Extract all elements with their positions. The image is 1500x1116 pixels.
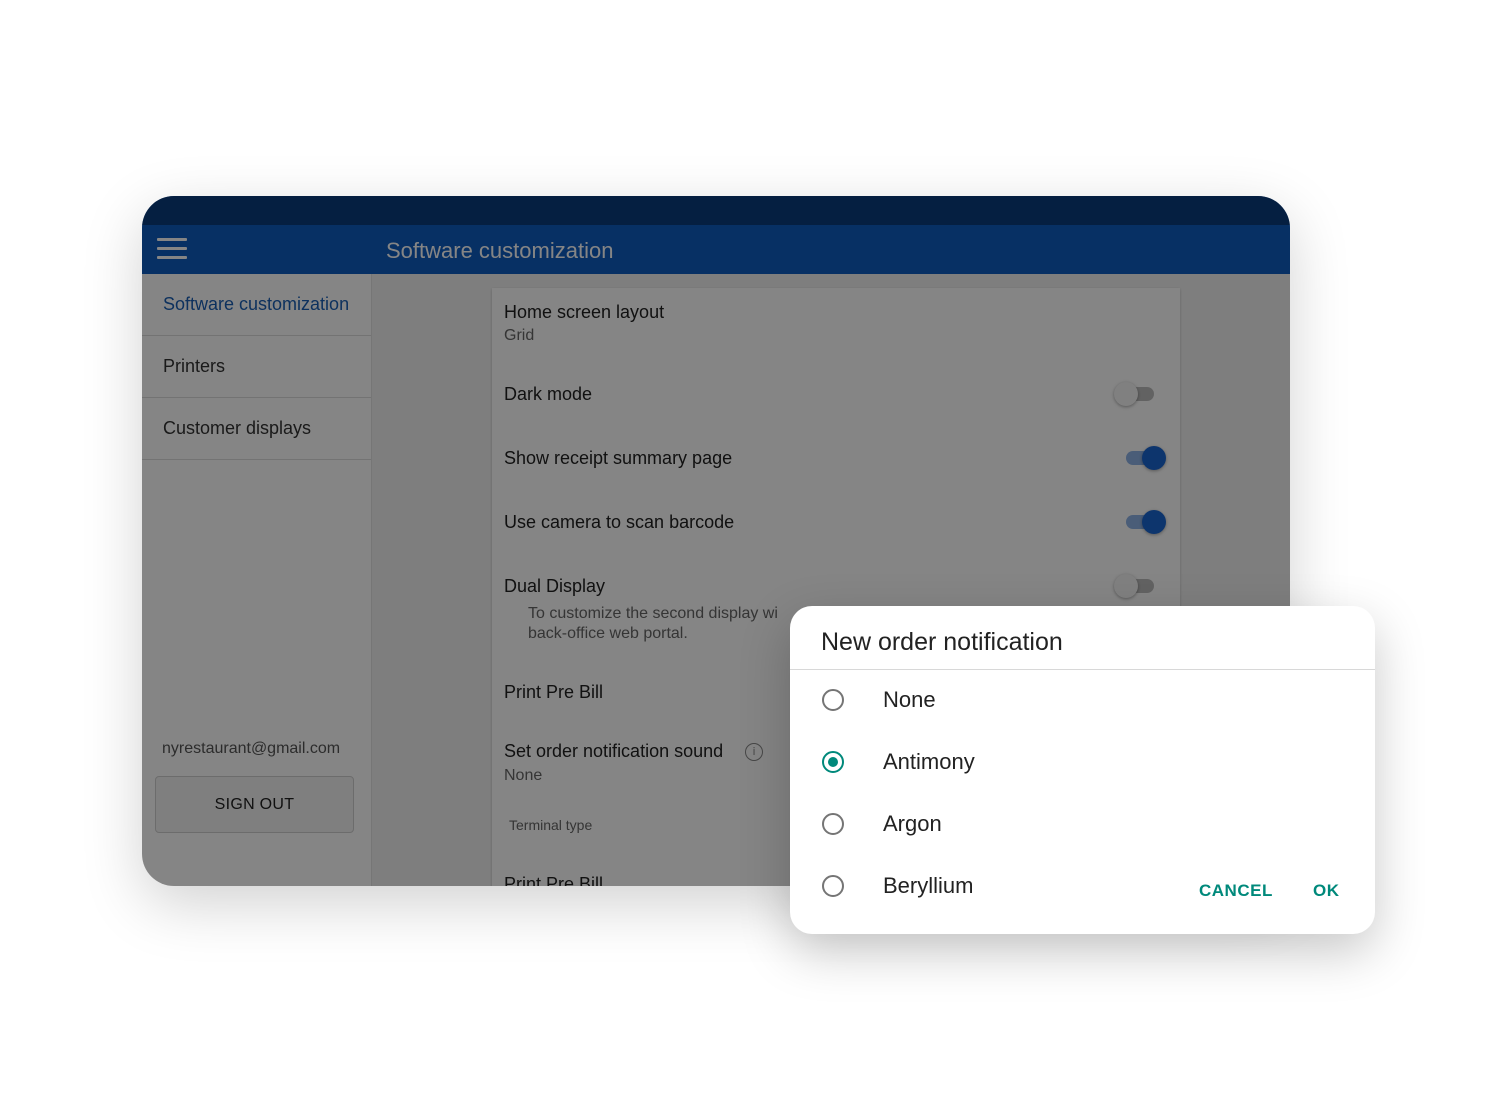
option-beryllium[interactable]: Beryllium bbox=[822, 866, 973, 906]
radio-button[interactable] bbox=[822, 813, 844, 835]
radio-button[interactable] bbox=[822, 875, 844, 897]
option-antimony[interactable]: Antimony bbox=[822, 742, 975, 782]
cancel-button[interactable]: CANCEL bbox=[1199, 881, 1273, 901]
dialog-divider bbox=[790, 669, 1375, 670]
option-label: Argon bbox=[883, 811, 942, 836]
ok-button[interactable]: OK bbox=[1313, 881, 1340, 901]
radio-button-selected[interactable] bbox=[822, 751, 844, 773]
option-none[interactable]: None bbox=[822, 680, 936, 720]
option-label: Antimony bbox=[883, 749, 975, 774]
radio-button[interactable] bbox=[822, 689, 844, 711]
dialog-title: New order notification bbox=[821, 628, 1063, 656]
option-argon[interactable]: Argon bbox=[822, 804, 942, 844]
option-label: None bbox=[883, 687, 936, 712]
option-label: Beryllium bbox=[883, 873, 974, 898]
new-order-notification-dialog: New order notification None Antimony Arg… bbox=[790, 606, 1375, 934]
